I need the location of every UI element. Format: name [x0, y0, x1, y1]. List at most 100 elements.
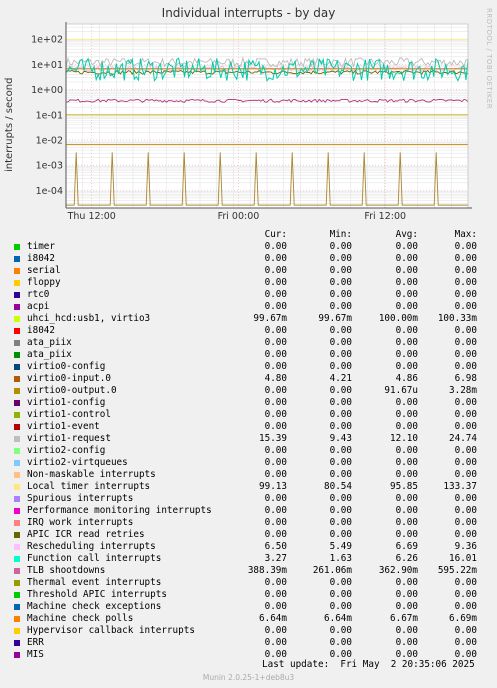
munin-version: Munin 2.0.25-1+deb8u3 [202, 673, 295, 682]
legend-swatch [14, 496, 20, 502]
legend-row: ERR 0.00 0.00 0.00 0.00 [0, 637, 497, 649]
legend-series-name: virtio2-config [27, 445, 106, 456]
legend-series-name: rtc0 [27, 289, 50, 300]
legend-swatch [14, 352, 20, 358]
legend-row: Threshold APIC interrupts 0.00 0.00 0.00 0.0… [0, 589, 497, 601]
legend-swatch [14, 424, 20, 430]
legend-swatch [14, 376, 20, 382]
y-tick-label: 1e-02 [36, 135, 63, 146]
legend-swatch [14, 448, 20, 454]
last-update: Last update: Fri May 2 20:35:06 2025 [262, 659, 475, 670]
legend-value-max: 0.00 [454, 301, 477, 312]
legend-series-name: Machine check polls [27, 613, 134, 624]
legend-value-max: 0.00 [454, 241, 477, 252]
legend-row: virtio0-output.0 0.00 0.00 91.67u 3.28m [0, 385, 497, 397]
legend-swatch [14, 616, 20, 622]
legend-value-max: 0.00 [454, 277, 477, 288]
legend-value-max: 0.00 [454, 625, 477, 636]
legend-swatch [14, 628, 20, 634]
legend-swatch [14, 520, 20, 526]
legend-row: virtio2-config 0.00 0.00 0.00 0.00 [0, 445, 497, 457]
y-tick-label: 1e+01 [31, 60, 63, 71]
legend-value-max: 0.00 [454, 637, 477, 648]
legend-series-name: ata_piix [27, 337, 72, 348]
legend-series-name: virtio0-config [27, 361, 106, 372]
legend-swatch [14, 316, 20, 322]
legend-value-max: 0.00 [454, 457, 477, 468]
legend-series-name: Threshold APIC interrupts [27, 589, 167, 600]
legend-swatch [14, 244, 20, 250]
legend-swatch [14, 340, 20, 346]
legend-value-max: 100.33m [437, 313, 477, 324]
legend-swatch [14, 484, 20, 490]
legend-value-max: 0.00 [454, 493, 477, 504]
legend-series-name: virtio1-request [27, 433, 111, 444]
legend-series-name: virtio2-virtqueues [27, 457, 128, 468]
legend-row: ata_piix 0.00 0.00 0.00 0.00 [0, 337, 497, 349]
legend-series-name: Function call interrupts [27, 553, 162, 564]
legend-value-max: 0.00 [454, 397, 477, 408]
legend-value-max: 0.00 [454, 445, 477, 456]
legend-row: serial 0.00 0.00 0.00 0.00 [0, 265, 497, 277]
legend-series-name: MIS [27, 649, 44, 660]
legend-header-max: Max: [454, 229, 477, 240]
legend-row: virtio2-virtqueues 0.00 0.00 0.00 0.00 [0, 457, 497, 469]
legend-value-max: 3.28m [449, 385, 477, 396]
legend-series-name: ata_piix [27, 349, 72, 360]
legend-row: virtio1-request 15.39 9.43 12.10 24.74 [0, 433, 497, 445]
legend-series-name: i8042 [27, 253, 55, 264]
legend-series-name: serial [27, 265, 61, 276]
legend-row: timer 0.00 0.00 0.00 0.00 [0, 241, 497, 253]
legend-series-name: i8042 [27, 325, 55, 336]
legend-swatch [14, 328, 20, 334]
legend-series-name: acpi [27, 301, 50, 312]
y-tick-label: 1e-01 [36, 110, 63, 121]
legend-value-max: 0.00 [454, 409, 477, 420]
legend-swatch [14, 652, 20, 658]
legend-swatch [14, 556, 20, 562]
legend-value-max: 0.00 [454, 325, 477, 336]
legend-row: virtio1-config 0.00 0.00 0.00 0.00 [0, 397, 497, 409]
legend-value-max: 0.00 [454, 589, 477, 600]
legend-series-name: timer [27, 241, 55, 252]
legend-value-max: 0.00 [454, 361, 477, 372]
legend-series-name: floppy [27, 277, 61, 288]
legend-row: IRQ work interrupts 0.00 0.00 0.00 0.00 [0, 517, 497, 529]
y-tick-label: 1e-04 [36, 186, 63, 197]
legend-value-max: 24.74 [449, 433, 477, 444]
y-tick-label: 1e-03 [36, 161, 63, 172]
legend-value-max: 133.37 [443, 481, 477, 492]
legend-row: Machine check polls 6.64m 6.64m 6.67m 6.69m [0, 613, 497, 625]
legend-row: virtio0-config 0.00 0.00 0.00 0.00 [0, 361, 497, 373]
x-tick-label: Fri 12:00 [364, 211, 406, 222]
legend-swatch [14, 604, 20, 610]
legend-swatch [14, 592, 20, 598]
legend-series-name: APIC ICR read retries [27, 529, 145, 540]
y-tick-label: 1e+02 [31, 35, 63, 46]
legend-value-max: 0.00 [454, 601, 477, 612]
legend-row: virtio1-event 0.00 0.00 0.00 0.00 [0, 421, 497, 433]
legend-swatch [14, 532, 20, 538]
legend-value-max: 0.00 [454, 337, 477, 348]
legend-series-name: IRQ work interrupts [27, 517, 134, 528]
legend-value-max: 16.01 [449, 553, 477, 564]
legend-swatch [14, 544, 20, 550]
legend-swatch [14, 640, 20, 646]
legend-value-max: 0.00 [454, 289, 477, 300]
legend-row: i8042 0.00 0.00 0.00 0.00 [0, 253, 497, 265]
legend-value-max: 6.98 [454, 373, 477, 384]
legend-value-max: 0.00 [454, 577, 477, 588]
legend-value-max: 9.36 [454, 541, 477, 552]
legend-swatch [14, 580, 20, 586]
legend-swatch [14, 364, 20, 370]
legend-swatch [14, 508, 20, 514]
legend-series-name: Thermal event interrupts [27, 577, 162, 588]
legend-value-max: 0.00 [454, 265, 477, 276]
legend-series-name: virtio1-event [27, 421, 100, 432]
legend-row: APIC ICR read retries 0.00 0.00 0.00 0.00 [0, 529, 497, 541]
legend-series-name: Hypervisor callback interrupts [27, 625, 195, 636]
legend-row: Function call interrupts 3.27 1.63 6.26 16.0… [0, 553, 497, 565]
legend-row: Thermal event interrupts 0.00 0.00 0.00 0.00 [0, 577, 497, 589]
legend-row: Performance monitoring interrupts 0.00 0.0… [0, 505, 497, 517]
legend-row: Machine check exceptions 0.00 0.00 0.00 0.00 [0, 601, 497, 613]
